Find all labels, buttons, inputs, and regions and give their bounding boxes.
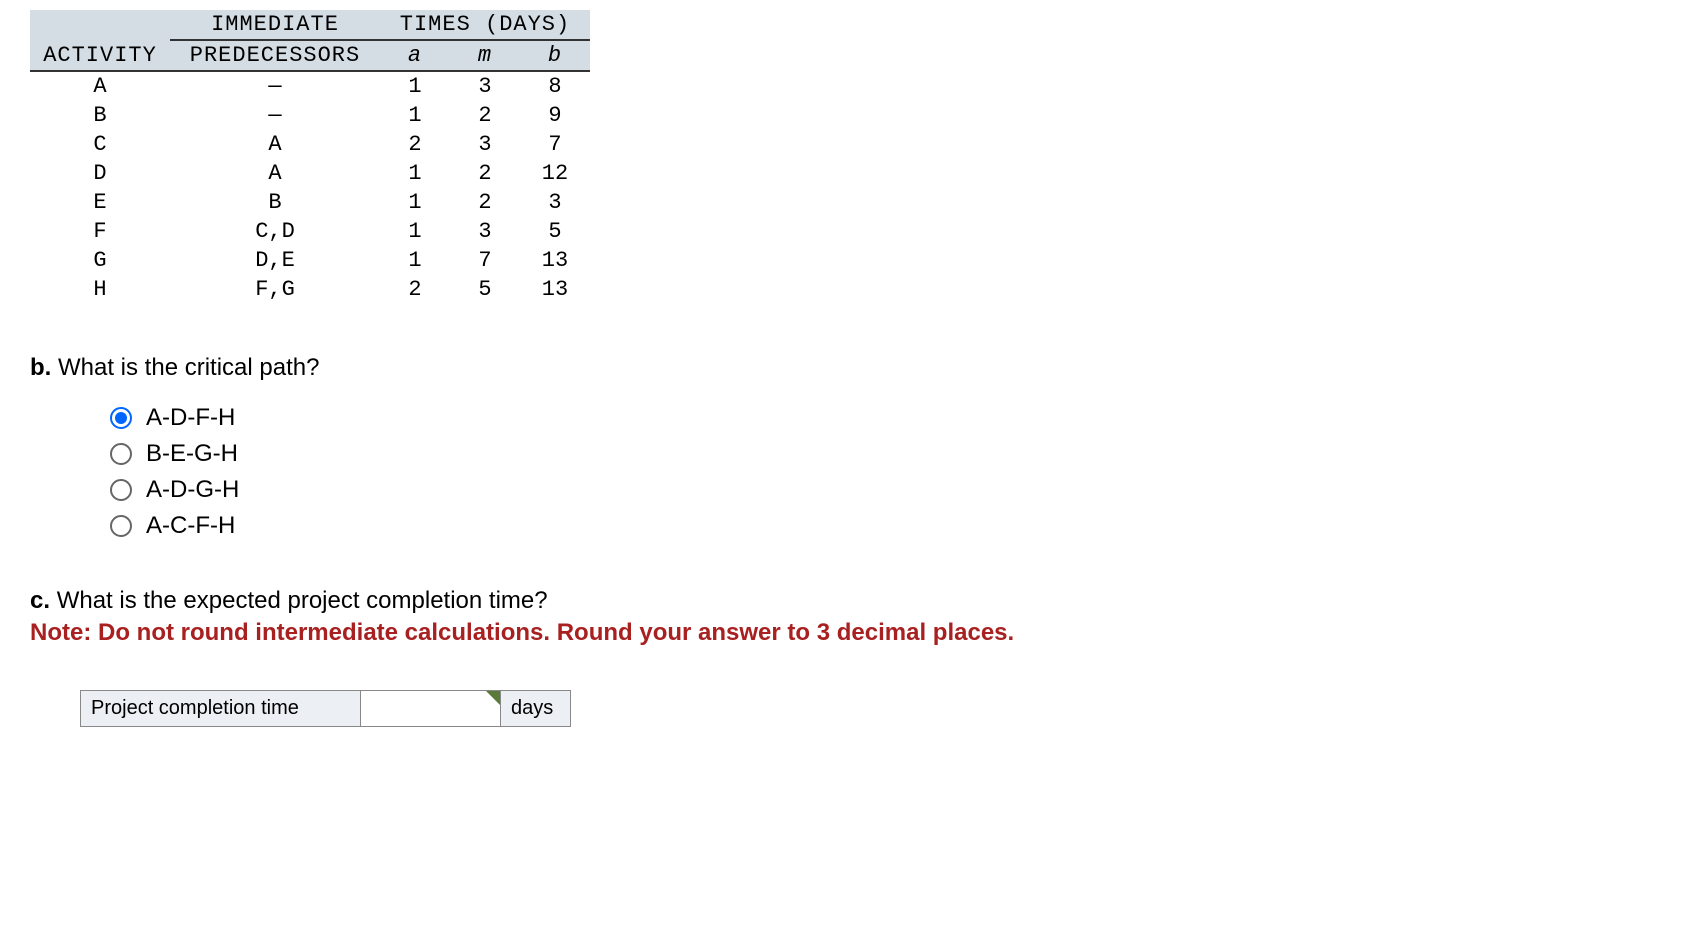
answer-label: Project completion time <box>81 690 361 726</box>
question-b: b. What is the critical path? A-D-F-H B-… <box>30 354 1656 540</box>
times-header: TIMES (DAYS) <box>380 10 590 40</box>
activity-data-table: IMMEDIATE TIMES (DAYS) ACTIVITY PREDECES… <box>30 10 590 304</box>
option-label: A-D-F-H <box>146 404 235 432</box>
predecessors-header: PREDECESSORS <box>170 40 380 71</box>
col-b-header: b <box>520 40 590 71</box>
question-c-label: c. <box>30 587 50 614</box>
radio-icon[interactable] <box>110 479 132 501</box>
table-row: EB123 <box>30 188 590 217</box>
col-a-header: a <box>380 40 450 71</box>
question-c-text: What is the expected project completion … <box>57 587 548 614</box>
option-adgh[interactable]: A-D-G-H <box>110 476 1656 504</box>
answer-table: Project completion time days <box>80 690 571 727</box>
option-adfh[interactable]: A-D-F-H <box>110 404 1656 432</box>
col-m-header: m <box>450 40 520 71</box>
question-b-options: A-D-F-H B-E-G-H A-D-G-H A-C-F-H <box>110 404 1656 540</box>
answer-input-cell[interactable] <box>361 690 501 726</box>
blank-header <box>30 10 170 40</box>
activity-header: ACTIVITY <box>30 40 170 71</box>
table-row: FC,D135 <box>30 217 590 246</box>
immediate-header-top: IMMEDIATE <box>170 10 380 40</box>
answer-unit: days <box>501 690 571 726</box>
question-b-label: b. <box>30 354 51 381</box>
table-row: GD,E1713 <box>30 246 590 275</box>
project-completion-input[interactable] <box>361 692 500 724</box>
question-c-note: Note: Do not round intermediate calculat… <box>30 617 1656 649</box>
option-acfh[interactable]: A-C-F-H <box>110 512 1656 540</box>
option-begh[interactable]: B-E-G-H <box>110 440 1656 468</box>
table-row: CA237 <box>30 130 590 159</box>
table-row: HF,G2513 <box>30 275 590 304</box>
option-label: A-C-F-H <box>146 512 235 540</box>
table-row: DA1212 <box>30 159 590 188</box>
question-c: c. What is the expected project completi… <box>30 585 1656 650</box>
table-row: A—138 <box>30 71 590 101</box>
question-b-text: What is the critical path? <box>58 354 319 381</box>
radio-icon[interactable] <box>110 443 132 465</box>
radio-icon[interactable] <box>110 407 132 429</box>
table-row: B—129 <box>30 101 590 130</box>
option-label: A-D-G-H <box>146 476 239 504</box>
option-label: B-E-G-H <box>146 440 238 468</box>
table-body: A—138 B—129 CA237 DA1212 EB123 FC,D135 G… <box>30 71 590 304</box>
radio-icon[interactable] <box>110 515 132 537</box>
